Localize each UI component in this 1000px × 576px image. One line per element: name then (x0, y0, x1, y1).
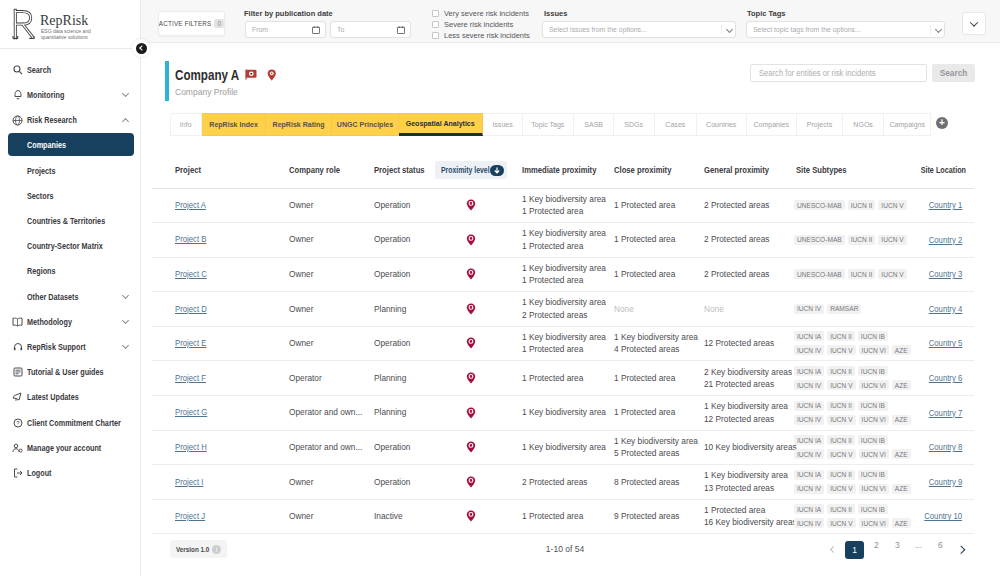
svg-text:?: ? (16, 420, 20, 426)
